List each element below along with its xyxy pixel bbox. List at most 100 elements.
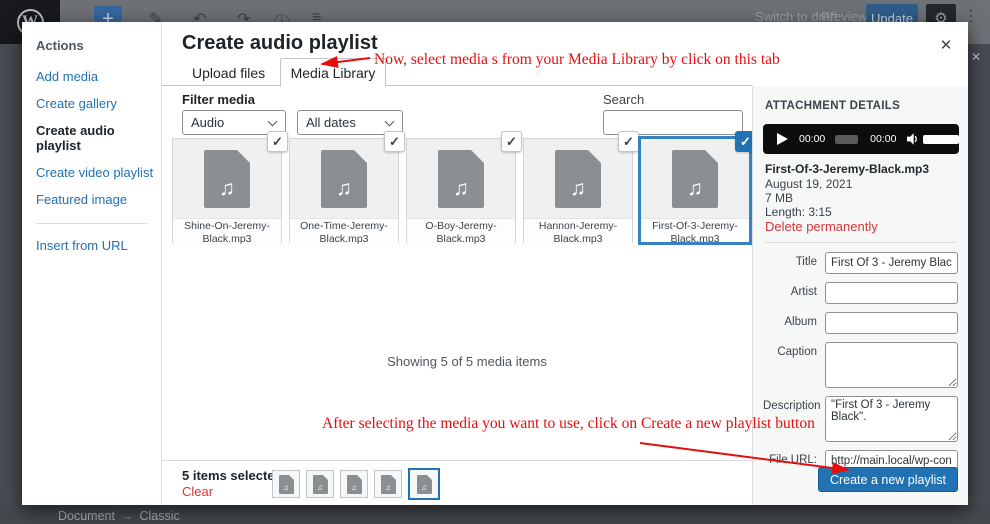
description-field[interactable]: "First Of 3 - Jeremy Black".: [825, 396, 958, 442]
progress-bar[interactable]: [835, 135, 858, 144]
play-icon[interactable]: [777, 133, 788, 145]
selected-thumbnail[interactable]: ♫: [340, 470, 368, 498]
breadcrumb-document[interactable]: Document: [58, 509, 115, 523]
media-item-filename: Hannon-Jeremy-Black.mp3: [524, 218, 632, 244]
annotation-tab-note: Now, select media s from your Media Libr…: [374, 51, 780, 69]
audio-file-icon: ♫: [321, 150, 367, 208]
create-new-playlist-button[interactable]: Create a new playlist: [818, 467, 958, 492]
audio-file-icon: ♫: [555, 150, 601, 208]
menu-divider: [36, 223, 147, 224]
album-label: Album: [763, 312, 825, 334]
media-item[interactable]: ♫ One-Time-Jeremy-Black.mp3 ✓: [289, 138, 399, 243]
audio-player[interactable]: 00:00 00:00: [763, 124, 959, 154]
audio-file-icon: ♫: [313, 475, 328, 494]
media-item-filename: One-Time-Jeremy-Black.mp3: [290, 218, 398, 244]
checked-icon[interactable]: ✓: [618, 131, 639, 152]
media-item-filename: First-Of-3-Jeremy-Black.mp3: [641, 218, 749, 244]
page-fold-icon: [323, 475, 328, 480]
selected-thumbnail-focused[interactable]: ♫: [408, 468, 440, 500]
menu-item-create-audio-playlist[interactable]: Create audio playlist: [36, 123, 161, 153]
audio-file-icon: ♫: [279, 475, 294, 494]
attachment-details-header: ATTACHMENT DETAILS: [765, 100, 900, 112]
annotation-playlist-note: After selecting the media you want to us…: [322, 415, 815, 433]
audio-file-icon-area: ♫: [407, 139, 515, 218]
page-fold-icon: [357, 475, 362, 480]
page-fold-icon: [588, 150, 601, 163]
background-dismiss-icon[interactable]: ✕: [971, 50, 981, 64]
music-note-icon: ♫: [219, 178, 235, 199]
page-fold-icon: [471, 150, 484, 163]
music-note-icon: ♫: [283, 484, 289, 492]
audio-file-icon: ♫: [672, 150, 718, 208]
caption-field[interactable]: [825, 342, 958, 388]
checked-icon[interactable]: ✓: [501, 131, 522, 152]
clear-selection-link[interactable]: Clear: [182, 484, 213, 499]
file-url-label: File URL:: [763, 450, 825, 472]
artist-field[interactable]: [825, 282, 958, 304]
menu-item-insert-from-url[interactable]: Insert from URL: [36, 238, 161, 253]
album-field[interactable]: [825, 312, 958, 334]
checked-icon[interactable]: ✓: [267, 131, 288, 152]
music-note-icon: ♫: [317, 484, 323, 492]
selection-toolbar: 5 items selected Clear ♫ ♫ ♫ ♫ ♫: [162, 460, 752, 505]
media-library-content: Filter media Audio All dates Search ♫ Sh…: [162, 86, 752, 505]
menu-item-add-media[interactable]: Add media: [36, 69, 161, 84]
attachment-details-panel: ATTACHMENT DETAILS 00:00 00:00 First-Of-…: [752, 86, 968, 505]
search-label: Search: [603, 92, 644, 107]
selected-thumbnail[interactable]: ♫: [306, 470, 334, 498]
speaker-icon[interactable]: [907, 133, 919, 145]
sidebar-divider: [765, 242, 956, 243]
music-note-icon: ♫: [570, 178, 586, 199]
title-label: Title: [763, 252, 825, 274]
menu-item-create-gallery[interactable]: Create gallery: [36, 96, 161, 111]
media-item[interactable]: ♫ Hannon-Jeremy-Black.mp3 ✓: [523, 138, 633, 243]
music-note-icon: ♫: [336, 178, 352, 199]
actions-header: Actions: [36, 38, 161, 53]
page-fold-icon: [391, 475, 396, 480]
attachment-length: Length: 3:15: [765, 205, 832, 219]
page-fold-icon: [705, 150, 718, 163]
caption-label: Caption: [763, 342, 825, 388]
breadcrumb-arrow-icon: →: [121, 509, 134, 523]
menu-item-featured-image[interactable]: Featured image: [36, 192, 161, 207]
media-modal-menu: Actions Add media Create gallery Create …: [22, 22, 162, 505]
page-fold-icon: [237, 150, 250, 163]
artist-label: Artist: [763, 282, 825, 304]
audio-file-icon-area: ♫: [641, 139, 749, 218]
attachment-size: 7 MB: [765, 191, 793, 205]
grid-status-text: Showing 5 of 5 media items: [172, 354, 762, 369]
page-title: Create audio playlist: [182, 32, 378, 55]
music-note-icon: ♫: [421, 484, 427, 492]
title-field[interactable]: [825, 252, 958, 274]
audio-file-icon-area: ♫: [290, 139, 398, 218]
media-type-value: Audio: [191, 115, 224, 130]
delete-permanently-link[interactable]: Delete permanently: [765, 219, 878, 234]
tab-media-library[interactable]: Media Library: [280, 58, 387, 87]
total-time: 00:00: [870, 133, 896, 145]
music-note-icon: ♫: [687, 178, 703, 199]
selected-thumbnail[interactable]: ♫: [374, 470, 402, 498]
music-note-icon: ♫: [453, 178, 469, 199]
selected-thumbnail[interactable]: ♫: [272, 470, 300, 498]
close-icon[interactable]: ✕: [934, 34, 958, 58]
date-filter-value: All dates: [306, 115, 356, 130]
audio-file-icon-area: ♫: [524, 139, 632, 218]
breadcrumb-classic[interactable]: Classic: [139, 509, 179, 523]
tab-upload-files[interactable]: Upload files: [182, 59, 275, 88]
selected-thumbnails: ♫ ♫ ♫ ♫ ♫: [272, 468, 446, 500]
page-fold-icon: [427, 475, 432, 480]
music-note-icon: ♫: [385, 484, 391, 492]
chevron-down-icon: [268, 117, 278, 127]
media-item-filename: O-Boy-Jeremy-Black.mp3: [407, 218, 515, 244]
selected-count: 5 items selected: [182, 468, 282, 483]
checked-icon[interactable]: ✓: [384, 131, 405, 152]
volume-slider[interactable]: [923, 135, 959, 144]
chevron-down-icon: [385, 117, 395, 127]
media-item[interactable]: ♫ Shine-On-Jeremy-Black.mp3 ✓: [172, 138, 282, 243]
audio-file-icon-area: ♫: [173, 139, 281, 218]
media-item[interactable]: ♫ O-Boy-Jeremy-Black.mp3 ✓: [406, 138, 516, 243]
page-fold-icon: [289, 475, 294, 480]
media-item-selected[interactable]: ♫ First-Of-3-Jeremy-Black.mp3 ✓: [640, 138, 750, 243]
menu-item-create-video-playlist[interactable]: Create video playlist: [36, 165, 161, 180]
music-note-icon: ♫: [351, 484, 357, 492]
